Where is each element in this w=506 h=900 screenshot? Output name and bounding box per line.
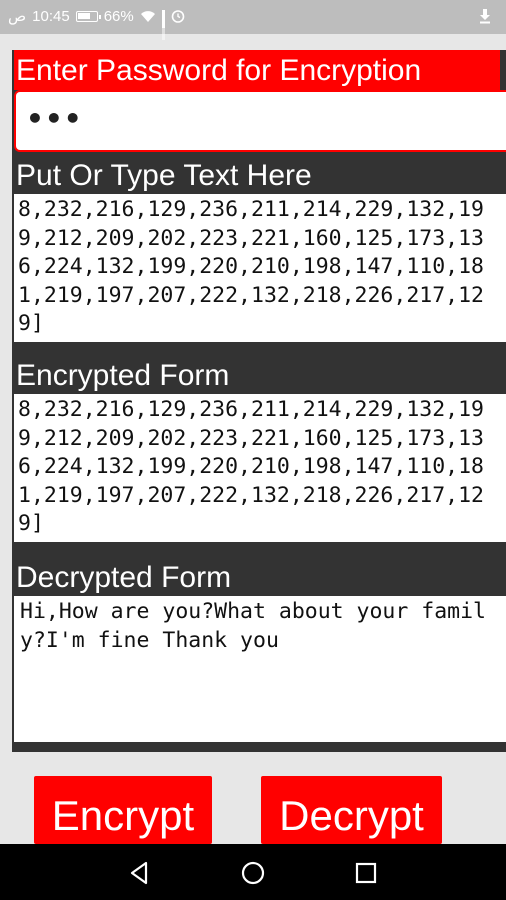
back-icon[interactable] <box>127 860 153 886</box>
signal-icon <box>161 10 165 40</box>
encrypt-button[interactable]: Encrypt <box>34 776 212 844</box>
decrypted-text-area[interactable]: Hi,How are you?What about your family?I'… <box>14 596 506 742</box>
password-title: Enter Password for Encryption <box>14 50 500 90</box>
decrypt-button[interactable]: Decrypt <box>261 776 442 844</box>
password-field[interactable]: ••• <box>14 90 506 152</box>
battery-percent: 66% <box>103 7 134 25</box>
encrypted-label: Encrypted Form <box>14 354 506 394</box>
wifi-icon <box>140 10 155 22</box>
status-time: 10:45 <box>32 7 70 25</box>
carrier-indicator: ص <box>8 8 27 25</box>
alarm-icon <box>171 10 185 23</box>
home-icon[interactable] <box>240 860 266 886</box>
download-icon <box>480 9 490 24</box>
battery-icon <box>75 10 101 22</box>
decrypted-label: Decrypted Form <box>14 556 506 596</box>
navigation-bar <box>0 844 506 900</box>
input-label: Put Or Type Text Here <box>14 154 506 194</box>
status-left: ص 10:45 66% <box>8 7 185 40</box>
input-text-area[interactable]: 8,232,216,129,236,211,214,229,132,199,21… <box>14 194 506 342</box>
recent-apps-icon[interactable] <box>353 860 379 886</box>
encrypted-text-area[interactable]: 8,232,216,129,236,211,214,229,132,199,21… <box>14 394 506 542</box>
status-bar: ص 10:45 66% <box>0 0 506 40</box>
